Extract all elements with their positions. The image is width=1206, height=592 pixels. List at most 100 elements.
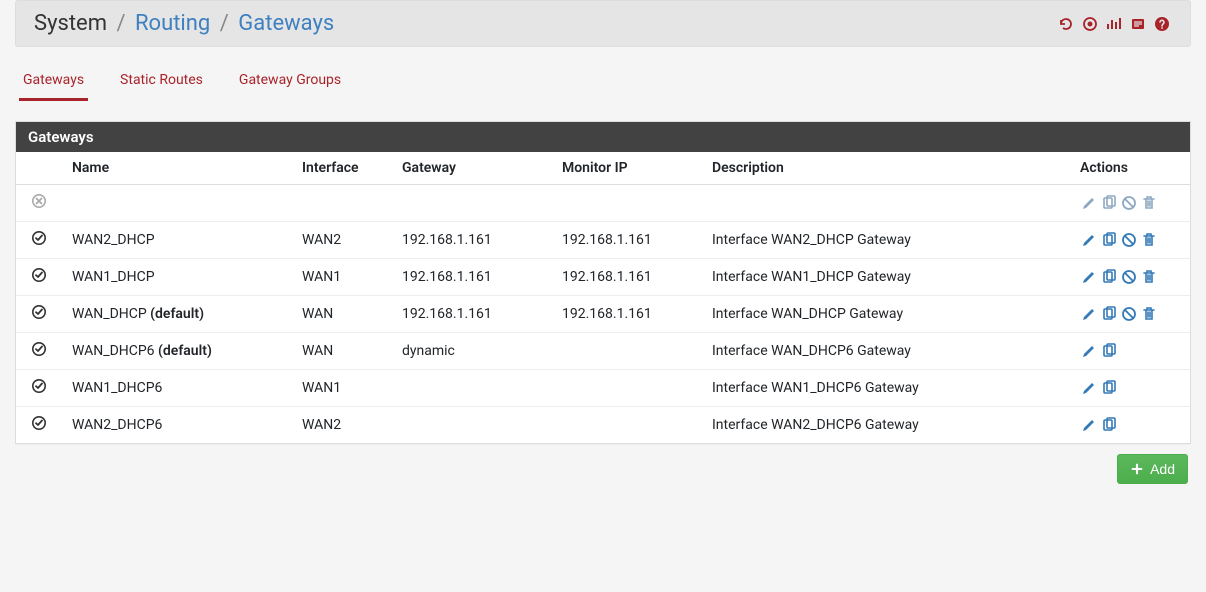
row-actions [1080,416,1180,434]
breadcrumb-sep: / [116,11,125,36]
table-row: WAN1_DHCPWAN1192.168.1.161192.168.1.161I… [16,259,1190,296]
cell-monitor [552,370,702,407]
check-circle-icon [31,341,47,357]
cell-gateway [392,370,552,407]
tab-gateways[interactable]: Gateways [19,62,88,101]
check-circle-icon [31,230,47,246]
cell-name: WAN2_DHCP [62,222,292,259]
cell-interface: WAN1 [292,370,392,407]
breadcrumb-gateways[interactable]: Gateways [238,11,334,36]
cell-monitor [552,185,702,222]
page-header: System / Routing / Gateways [15,0,1191,47]
pencil-icon[interactable] [1080,231,1098,249]
cell-description: Interface WAN2_DHCP6 Gateway [702,407,1070,444]
panel-title: Gateways [16,122,1190,152]
cell-name [62,185,292,222]
pencil-icon[interactable] [1080,194,1098,212]
breadcrumb-sep: / [220,11,229,36]
row-actions [1080,231,1180,249]
cell-interface: WAN2 [292,407,392,444]
pencil-icon[interactable] [1080,342,1098,360]
cell-name: WAN1_DHCP [62,259,292,296]
cell-actions [1070,296,1190,333]
stats-icon[interactable] [1104,14,1124,34]
breadcrumb-system: System [34,11,107,36]
tab-gateway-groups[interactable]: Gateway Groups [235,62,345,101]
cell-monitor: 192.168.1.161 [552,296,702,333]
breadcrumb-routing[interactable]: Routing [135,11,210,36]
col-interface: Interface [292,152,392,185]
ban-icon[interactable] [1120,194,1138,212]
trash-icon[interactable] [1140,305,1158,323]
ban-icon[interactable] [1120,231,1138,249]
pencil-icon[interactable] [1080,305,1098,323]
cell-actions [1070,222,1190,259]
cell-gateway: 192.168.1.161 [392,222,552,259]
check-circle-icon [31,415,47,431]
check-circle-icon [31,378,47,394]
cell-description: Interface WAN1_DHCP Gateway [702,259,1070,296]
trash-icon[interactable] [1140,231,1158,249]
cell-actions [1070,370,1190,407]
cell-status [16,407,62,444]
cell-gateway [392,185,552,222]
copy-icon[interactable] [1100,305,1118,323]
cell-name: WAN_DHCP (default) [62,296,292,333]
pencil-icon[interactable] [1080,416,1098,434]
gateway-name: WAN2_DHCP [72,232,155,248]
copy-icon[interactable] [1100,416,1118,434]
cell-status [16,185,62,222]
cell-status [16,333,62,370]
cell-status [16,296,62,333]
col-gateway: Gateway [392,152,552,185]
default-badge: (default) [150,306,204,322]
cell-actions [1070,185,1190,222]
row-actions [1080,268,1180,286]
copy-icon[interactable] [1100,268,1118,286]
cell-gateway: dynamic [392,333,552,370]
service-status-icon[interactable] [1080,14,1100,34]
refresh-icon[interactable] [1056,14,1076,34]
col-name: Name [62,152,292,185]
cell-gateway [392,407,552,444]
log-icon[interactable] [1128,14,1148,34]
add-button[interactable]: Add [1117,454,1188,484]
col-actions: Actions [1070,152,1190,185]
cell-monitor: 192.168.1.161 [552,222,702,259]
cell-interface [292,185,392,222]
trash-icon[interactable] [1140,268,1158,286]
cell-name: WAN2_DHCP6 [62,407,292,444]
header-actions [1056,14,1172,34]
ban-icon[interactable] [1120,305,1138,323]
cell-interface: WAN2 [292,222,392,259]
ban-icon[interactable] [1120,268,1138,286]
row-actions [1080,379,1180,397]
cell-interface: WAN [292,296,392,333]
pencil-icon[interactable] [1080,268,1098,286]
copy-icon[interactable] [1100,231,1118,249]
trash-icon[interactable] [1140,194,1158,212]
cell-description: Interface WAN_DHCP6 Gateway [702,333,1070,370]
check-circle-icon [31,267,47,283]
check-circle-icon [31,304,47,320]
cell-actions [1070,407,1190,444]
cell-gateway: 192.168.1.161 [392,296,552,333]
gateway-name: WAN2_DHCP6 [72,417,162,433]
row-actions [1080,342,1180,360]
tab-static-routes[interactable]: Static Routes [116,62,207,101]
copy-icon[interactable] [1100,194,1118,212]
pencil-icon[interactable] [1080,379,1098,397]
cell-actions [1070,333,1190,370]
gateways-panel: Gateways Name Interface Gateway Monitor … [15,121,1191,444]
breadcrumb: System / Routing / Gateways [34,11,334,36]
cell-gateway: 192.168.1.161 [392,259,552,296]
gateways-table: Name Interface Gateway Monitor IP Descri… [16,152,1190,443]
copy-icon[interactable] [1100,342,1118,360]
cell-description: Interface WAN2_DHCP Gateway [702,222,1070,259]
table-row [16,185,1190,222]
cell-monitor [552,407,702,444]
copy-icon[interactable] [1100,379,1118,397]
help-icon[interactable] [1152,14,1172,34]
cell-interface: WAN1 [292,259,392,296]
table-row: WAN1_DHCP6WAN1Interface WAN1_DHCP6 Gatew… [16,370,1190,407]
